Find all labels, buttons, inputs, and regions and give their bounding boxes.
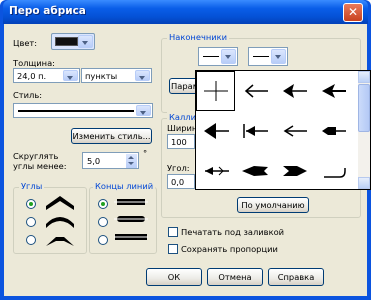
popup-scrollbar[interactable] bbox=[358, 71, 370, 189]
thickness-label: Толщина: bbox=[13, 58, 55, 68]
arrow-left-feather-icon[interactable] bbox=[196, 151, 235, 191]
arrows-caption: Наконечники bbox=[167, 32, 230, 42]
corners-caption: Углы bbox=[19, 181, 45, 191]
line-end-square-radio[interactable] bbox=[98, 235, 108, 245]
calligraphy-width-label: Ширин bbox=[167, 123, 198, 133]
units-value: пункты bbox=[85, 71, 118, 81]
edit-style-button[interactable]: Изменить стиль... bbox=[71, 128, 152, 144]
arrow-left-square-icon[interactable] bbox=[313, 111, 352, 151]
color-picker-button[interactable] bbox=[51, 33, 95, 50]
arrow-right-chevron-icon[interactable] bbox=[274, 151, 313, 191]
spinner-arrows-icon[interactable] bbox=[126, 154, 137, 168]
degree-unit: ° bbox=[143, 148, 148, 158]
color-swatch bbox=[55, 37, 78, 46]
chevron-down-icon bbox=[221, 49, 236, 64]
arrowhead-popup bbox=[195, 70, 371, 190]
scale-checkbox[interactable] bbox=[168, 244, 178, 254]
chevron-down-icon bbox=[271, 49, 286, 64]
arrow-left-solid-icon[interactable] bbox=[274, 71, 313, 111]
arrow-left-filled-icon[interactable] bbox=[196, 111, 235, 151]
line-ends-caption: Концы линий bbox=[93, 181, 156, 191]
hook-icon[interactable] bbox=[313, 151, 352, 191]
help-button[interactable]: Справка bbox=[268, 268, 324, 286]
chevron-down-icon bbox=[78, 35, 93, 48]
chevron-down-icon bbox=[135, 70, 150, 81]
line-end-none-icon[interactable] bbox=[196, 71, 235, 111]
corner-bevel-radio[interactable] bbox=[26, 235, 36, 245]
window-title: Перо абриса bbox=[9, 5, 86, 17]
behind-fill-label: Печатать под заливкой bbox=[181, 227, 285, 237]
round-label-line1: Скруглять bbox=[13, 151, 59, 161]
chevron-down-icon bbox=[63, 70, 78, 81]
arrow-left-thin-icon[interactable] bbox=[235, 71, 274, 111]
round-corners-spinner[interactable]: 5,0 bbox=[82, 152, 139, 169]
line-end-butt-radio[interactable] bbox=[98, 199, 108, 209]
round-corners-value: 5,0 bbox=[87, 156, 101, 166]
style-label: Стиль: bbox=[13, 90, 43, 100]
corner-shapes-icon bbox=[46, 196, 74, 246]
arrow-left-open-icon[interactable] bbox=[274, 111, 313, 151]
close-icon: ✕ bbox=[347, 5, 359, 19]
arrow-left-dart-icon[interactable] bbox=[235, 151, 274, 191]
color-label: Цвет: bbox=[13, 38, 38, 48]
start-arrow-dropdown[interactable] bbox=[198, 47, 238, 66]
corner-miter-radio[interactable] bbox=[26, 199, 36, 209]
scroll-thumb[interactable] bbox=[358, 84, 370, 132]
calligraphy-angle-value: 0,0 bbox=[171, 177, 185, 187]
scale-label: Сохранять пропорции bbox=[181, 244, 278, 254]
chevron-down-icon bbox=[136, 105, 151, 116]
calligraphy-width-input[interactable]: 100 bbox=[167, 134, 195, 149]
corner-round-radio[interactable] bbox=[26, 217, 36, 227]
scroll-up-icon[interactable] bbox=[358, 71, 370, 83]
line-end-round-radio[interactable] bbox=[98, 217, 108, 227]
scroll-down-icon[interactable] bbox=[358, 177, 370, 189]
line-end-shapes-icon bbox=[114, 199, 148, 240]
solid-line-preview bbox=[18, 110, 134, 112]
arrow-left-heavy-icon[interactable] bbox=[313, 71, 352, 111]
round-label-line2: углы менее: bbox=[13, 161, 67, 171]
close-button[interactable]: ✕ bbox=[343, 3, 363, 22]
ok-button[interactable]: ОК bbox=[146, 268, 202, 286]
calligraphy-width-value: 100 bbox=[171, 137, 187, 147]
thickness-value: 24,0 п. bbox=[17, 71, 47, 81]
units-dropdown[interactable]: пункты bbox=[81, 68, 152, 83]
default-button[interactable]: По умолчанию bbox=[237, 197, 309, 213]
calligraphy-angle-input[interactable]: 0,0 bbox=[167, 174, 195, 189]
thickness-dropdown[interactable]: 24,0 п. bbox=[13, 68, 80, 83]
end-arrow-dropdown[interactable] bbox=[248, 47, 288, 66]
calligraphy-angle-label: Угол: bbox=[167, 163, 190, 173]
behind-fill-checkbox[interactable] bbox=[168, 227, 178, 237]
style-dropdown[interactable] bbox=[13, 103, 153, 118]
cancel-button[interactable]: Отмена bbox=[207, 268, 263, 286]
arrow-left-bar-icon[interactable] bbox=[235, 111, 274, 151]
